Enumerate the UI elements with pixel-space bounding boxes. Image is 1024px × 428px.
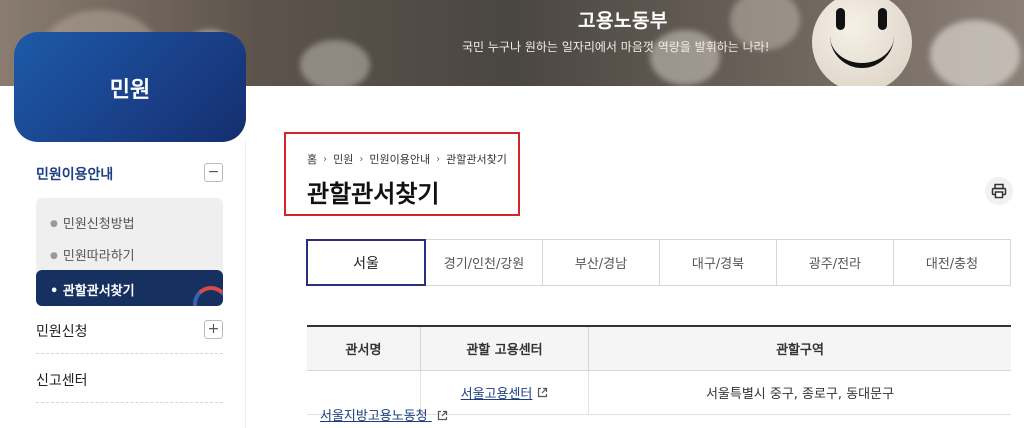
bullet-icon: ●: [50, 219, 58, 229]
table-header: 관서명 관할 고용센터 관할구역: [307, 327, 1011, 371]
table-cell: 서울특별시 중구, 종로구, 동대문구: [705, 387, 895, 402]
sidebar-header: 민원: [14, 32, 246, 142]
banner-background-shape: [930, 20, 1020, 86]
breadcrumb-civil[interactable]: 민원: [333, 151, 353, 167]
sidebar-item-civil-apply[interactable]: 민원신청: [36, 321, 88, 341]
tab-gwangju[interactable]: 광주/전라: [776, 239, 894, 286]
page-title: 관할관서찾기: [307, 180, 440, 208]
submenu-item-label: 민원신청방법: [62, 217, 135, 232]
column-header: 관서명: [307, 327, 421, 370]
tab-gyeonggi[interactable]: 경기/인천/강원: [425, 239, 543, 286]
chevron-right-icon: ›: [359, 153, 364, 165]
sidebar-item-civil-guide[interactable]: 민원이용안내: [36, 164, 113, 184]
office-table: 관서명 관할 고용센터 관할구역 서울고용센터 서울특별시 중구, 종로구, 동…: [307, 325, 1011, 415]
divider: [36, 353, 223, 354]
tab-seoul[interactable]: 서울: [306, 239, 426, 286]
tab-daejeon[interactable]: 대전/충청: [893, 239, 1011, 286]
bullet-icon: ●: [50, 251, 58, 261]
banner-title: 고용노동부: [578, 10, 668, 32]
region-tabs: 서울 경기/인천/강원 부산/경남 대구/경북 광주/전라 대전/충청: [306, 239, 1011, 286]
office-link[interactable]: 서울지방고용노동청: [320, 405, 448, 424]
submenu-item-apply-method[interactable]: ● 민원신청방법: [50, 213, 135, 232]
external-link-icon: [437, 410, 447, 421]
submenu-item-find-office[interactable]: • 관할관서찾기: [36, 270, 223, 306]
chevron-right-icon: ›: [436, 153, 441, 165]
chevron-right-icon: ›: [323, 153, 328, 165]
swirl-decoration-icon: [193, 286, 223, 306]
submenu-item-label: 민원따라하기: [62, 249, 135, 264]
breadcrumb-home[interactable]: 홈: [307, 151, 317, 167]
column-header: 관할구역: [776, 343, 824, 358]
tab-daegu[interactable]: 대구/경북: [659, 239, 777, 286]
print-icon: [991, 183, 1007, 199]
collapse-button[interactable]: −: [204, 163, 223, 182]
tab-busan[interactable]: 부산/경남: [542, 239, 660, 286]
breadcrumb: 홈 › 민원 › 민원이용안내 › 관할관서찾기: [307, 151, 507, 167]
submenu-item-label: • 관할관서찾기: [50, 284, 135, 299]
breadcrumb-civil-guide[interactable]: 민원이용안내: [369, 151, 430, 167]
sidebar-item-report-center[interactable]: 신고센터: [36, 370, 88, 390]
sidebar-title: 민원: [109, 78, 151, 103]
divider: [36, 402, 223, 403]
center-link[interactable]: 서울고용센터: [461, 383, 533, 402]
external-link-icon: [538, 387, 548, 398]
submenu-item-follow-along[interactable]: ● 민원따라하기: [50, 245, 135, 264]
banner-subtitle: 국민 누구나 원하는 일자리에서 마음껏 역량을 발휘하는 나라!: [462, 40, 770, 54]
column-header: 관할 고용센터: [421, 327, 589, 370]
expand-button[interactable]: +: [204, 320, 223, 339]
smiley-face-image: [812, 0, 912, 86]
banner-background-shape: [300, 40, 370, 86]
breadcrumb-current: 관할관서찾기: [446, 153, 507, 166]
print-button[interactable]: [985, 177, 1013, 205]
